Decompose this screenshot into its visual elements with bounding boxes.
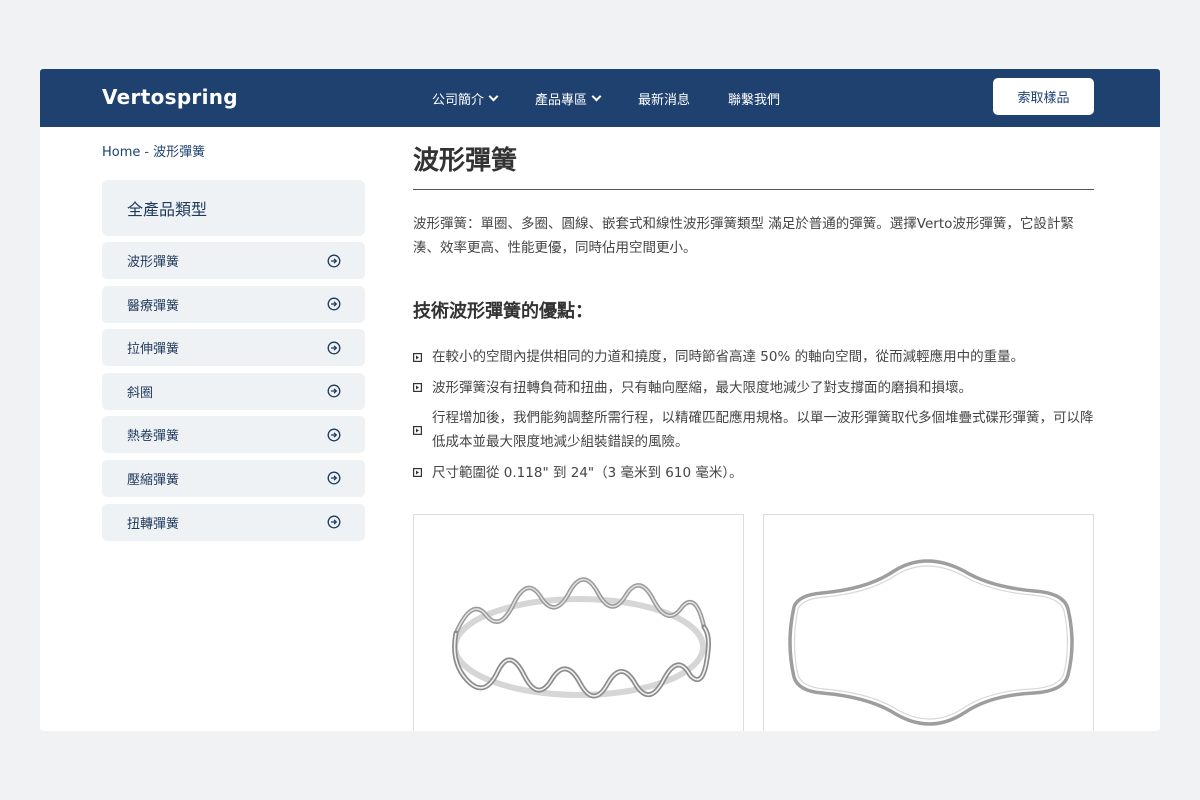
- sidebar-item-label: 熱卷彈簧: [127, 429, 180, 445]
- benefit-text: 在較小的空間內提供相同的力道和撓度，同時節省高達 50% 的軸向空間，從而減輕應…: [432, 349, 1025, 365]
- sidebar-item-wave-spring[interactable]: 波形彈簧: [102, 242, 365, 279]
- circle-arrow-right-icon: [327, 472, 341, 485]
- sidebar-item-label: 波形彈簧: [127, 255, 180, 270]
- circle-arrow-right-icon: [327, 384, 341, 398]
- chevron-down-icon: [488, 91, 499, 101]
- sidebar-item-label: 斜圈: [127, 385, 154, 401]
- nav-item-label: 產品專區: [535, 92, 588, 108]
- nav-item-label: 最新消息: [638, 92, 691, 108]
- square-arrow-bullet-icon: [413, 468, 422, 477]
- square-arrow-bullet-icon: [413, 352, 422, 362]
- nav-item-contact[interactable]: 聯繫我們: [728, 89, 780, 108]
- intro-paragraph: 波形彈簧：單圈、多圈、圓線、嵌套式和線性波形彈簧類型 滿足於普通的彈簧。選擇Ve…: [413, 216, 1074, 256]
- wave-spring-image[interactable]: [413, 514, 744, 731]
- sidebar-item-extension-spring[interactable]: 拉伸彈簧: [102, 329, 365, 367]
- nav-item-label: 公司簡介: [432, 92, 485, 108]
- nav-item-products[interactable]: 產品專區: [535, 89, 602, 108]
- list-item: 波形彈簧沒有扭轉負荷和扭曲，只有軸向壓縮，最大限度地減少了對支撐面的磨損和損壞。: [413, 376, 1094, 400]
- request-sample-button[interactable]: 索取樣品: [993, 78, 1094, 115]
- sidebar-item-medical-spring[interactable]: 醫療彈簧: [102, 285, 365, 323]
- title-divider: [413, 189, 1094, 190]
- sidebar-item-compression-spring[interactable]: 壓縮彈簧: [102, 459, 365, 497]
- product-category-sidebar: 全產品類型 波形彈簧 醫療彈簧 拉伸彈簧 斜圈 熱卷彈簧 壓縮彈簧 扭轉彈簧: [102, 180, 365, 547]
- circle-arrow-right-icon: [327, 297, 341, 311]
- nav-item-label: 聯繫我們: [728, 92, 781, 108]
- brand-logo[interactable]: Vertospring: [102, 85, 238, 109]
- breadcrumb-separator: -: [144, 145, 150, 160]
- nav-item-news[interactable]: 最新消息: [638, 89, 690, 108]
- circle-arrow-right-icon: [327, 428, 341, 442]
- flat-wire-spring-illustration: [788, 559, 1074, 726]
- list-item: 行程增加後，我們能夠調整所需行程，以精確匹配應用規格。以單一波形彈簧取代多個堆疊…: [413, 406, 1094, 454]
- browser-page: Vertospring 公司簡介 產品專區 最新消息 聯繫我們 索取樣品 Hom…: [40, 69, 1160, 731]
- flat-wire-spring-image[interactable]: [763, 514, 1094, 731]
- main-nav: 公司簡介 產品專區 最新消息 聯繫我們: [432, 69, 818, 127]
- sidebar-item-torsion-spring[interactable]: 扭轉彈簧: [102, 503, 365, 541]
- benefit-text: 波形彈簧沒有扭轉負荷和扭曲，只有軸向壓縮，最大限度地減少了對支撐面的磨損和損壞。: [432, 379, 972, 396]
- square-arrow-bullet-icon: [413, 383, 422, 392]
- benefits-heading: 技術波形彈簧的優點：: [413, 301, 593, 322]
- breadcrumb-home-link[interactable]: Home: [102, 145, 140, 160]
- square-arrow-bullet-icon: [413, 425, 422, 435]
- sidebar-item-label: 拉伸彈簧: [127, 342, 180, 358]
- sidebar-item-canted-coil[interactable]: 斜圈: [102, 372, 365, 410]
- sidebar-title: 全產品類型: [102, 180, 365, 236]
- circle-arrow-right-icon: [327, 341, 341, 355]
- breadcrumb-current: 波形彈簧: [153, 145, 206, 160]
- main-content: 波形彈簧 波形彈簧：單圈、多圈、圓線、嵌套式和線性波形彈簧類型 滿足於普通的彈簧…: [413, 140, 1094, 491]
- circle-arrow-right-icon: [327, 254, 341, 267]
- benefit-text: 行程增加後，我們能夠調整所需行程，以精確匹配應用規格。以單一波形彈簧取代多個堆疊…: [432, 410, 1094, 450]
- benefits-list: 在較小的空間內提供相同的力道和撓度，同時節省高達 50% 的軸向空間，從而減輕應…: [413, 345, 1094, 485]
- benefit-text: 尺寸範圍從 0.118" 到 24"（3 毫米到 610 毫米）。: [432, 464, 743, 481]
- list-item: 尺寸範圍從 0.118" 到 24"（3 毫米到 610 毫米）。: [413, 461, 1094, 485]
- nav-item-about[interactable]: 公司簡介: [432, 89, 499, 108]
- sidebar-item-label: 扭轉彈簧: [127, 516, 180, 532]
- page-title: 波形彈簧: [413, 146, 518, 176]
- product-gallery: [413, 514, 1094, 731]
- breadcrumb: Home - 波形彈簧: [102, 141, 205, 160]
- chevron-down-icon: [591, 91, 602, 101]
- sidebar-item-hot-coiled-spring[interactable]: 熱卷彈簧: [102, 416, 365, 454]
- site-header: Vertospring 公司簡介 產品專區 最新消息 聯繫我們 索取樣品: [40, 69, 1160, 127]
- wave-spring-illustration: [452, 577, 711, 699]
- list-item: 在較小的空間內提供相同的力道和撓度，同時節省高達 50% 的軸向空間，從而減輕應…: [413, 345, 1094, 369]
- sidebar-item-label: 醫療彈簧: [127, 298, 180, 314]
- circle-arrow-right-icon: [327, 515, 341, 529]
- sidebar-item-label: 壓縮彈簧: [127, 472, 180, 488]
